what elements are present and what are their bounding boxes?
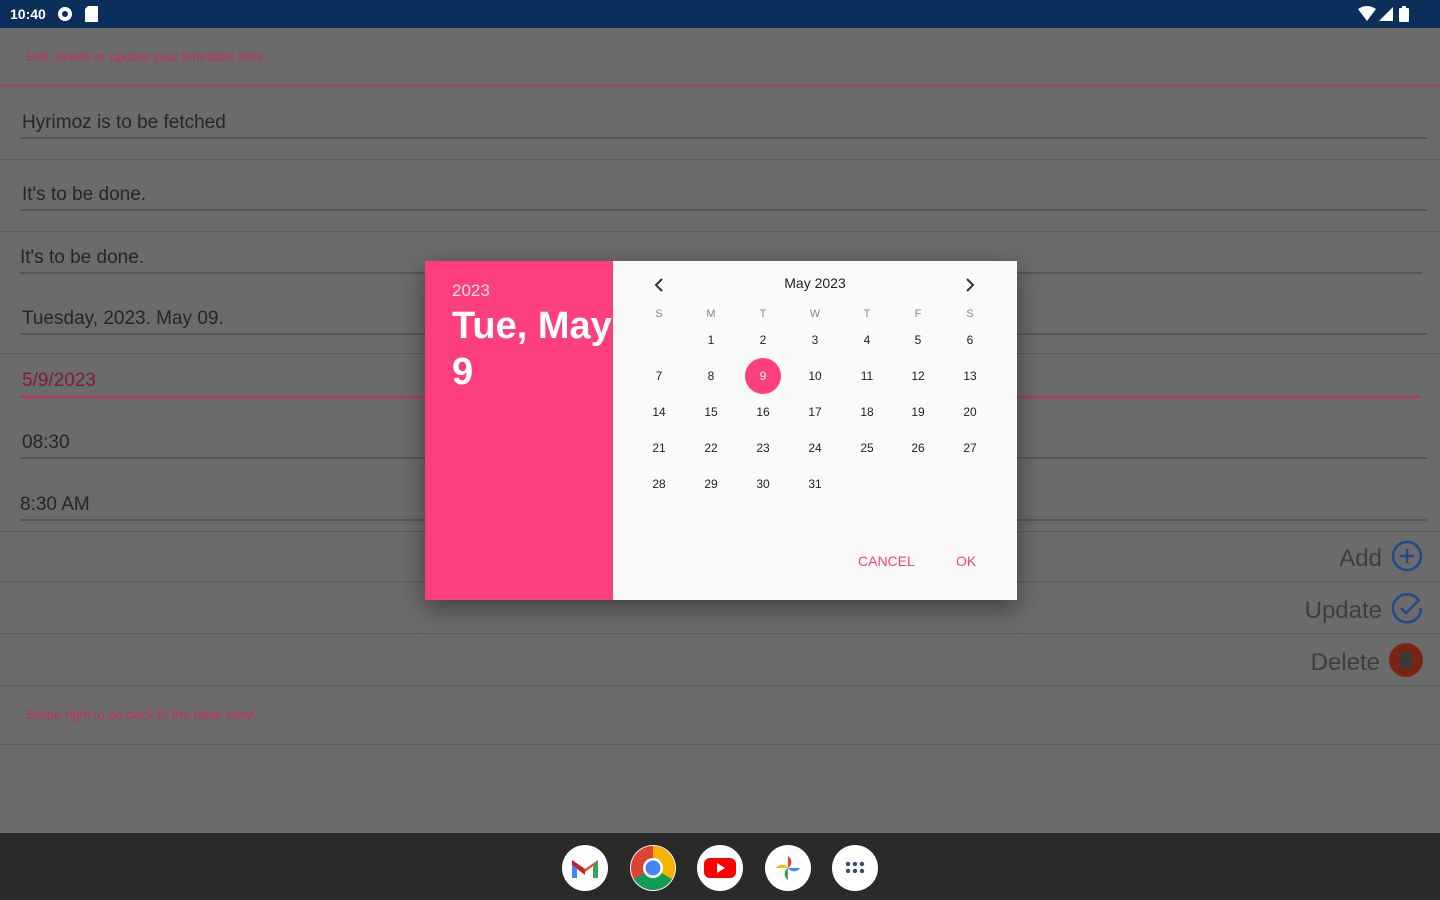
weekday-header: W: [809, 308, 821, 320]
ok-button[interactable]: OK: [956, 553, 976, 569]
calendar-day[interactable]: 30: [745, 466, 781, 502]
calendar-day[interactable]: 4: [849, 322, 885, 358]
task-name-underline: [20, 137, 1427, 139]
add-label: Add: [1339, 544, 1382, 572]
add-circle-icon: [1390, 539, 1424, 578]
date-picker-dialog: 2023 Tue, May 9 May 2023 CANCEL OK SMTWT…: [425, 261, 1017, 600]
task-note-field[interactable]: It's to be done.: [22, 184, 146, 206]
calendar-day[interactable]: 11: [849, 358, 885, 394]
row-divider: [0, 685, 1440, 686]
delete-button[interactable]: Delete: [1311, 642, 1424, 683]
youtube-icon[interactable]: [697, 845, 743, 891]
calendar-day[interactable]: 29: [693, 466, 729, 502]
header-hint: Edit, delete or update your timetable he…: [26, 49, 269, 64]
calendar-day[interactable]: 23: [745, 430, 781, 466]
time-field[interactable]: 08:30: [22, 432, 70, 454]
next-month-button[interactable]: [958, 273, 982, 297]
month-label: May 2023: [784, 275, 846, 291]
calendar-day[interactable]: 5: [900, 322, 936, 358]
calendar-day[interactable]: 8: [693, 358, 729, 394]
header-divider: [0, 85, 1440, 86]
calendar-day[interactable]: 10: [797, 358, 833, 394]
selected-year[interactable]: 2023: [452, 281, 490, 301]
task-note-underline: [20, 209, 1427, 211]
battery-icon: [1399, 6, 1409, 27]
check-circle-icon: [1390, 591, 1424, 630]
date-input[interactable]: 5/9/2023: [22, 370, 96, 392]
calendar-day[interactable]: 15: [693, 394, 729, 430]
calendar-day[interactable]: 24: [797, 430, 833, 466]
row-divider: [0, 633, 1440, 634]
weekday-header: S: [655, 308, 663, 320]
status-bar: 10:40: [0, 0, 1440, 28]
chevron-right-icon: [966, 278, 975, 292]
date-text-field[interactable]: Tuesday, 2023. May 09.: [22, 308, 224, 330]
calendar-grid: May 2023 CANCEL OK S M T W T F S 1 2 3 4 5 6 7 8 9 10 11 1…: [613, 261, 1017, 600]
settings-status-icon: [57, 6, 73, 27]
calendar-day[interactable]: 1: [693, 322, 729, 358]
task-status-field[interactable]: It's to be done.: [20, 247, 144, 269]
calendar-day[interactable]: 25: [849, 430, 885, 466]
calendar-day[interactable]: 2: [745, 322, 781, 358]
weekday-header: M: [706, 308, 716, 320]
calendar-day[interactable]: 31: [797, 466, 833, 502]
calendar-day[interactable]: 12: [900, 358, 936, 394]
date-picker-header: 2023 Tue, May 9: [425, 261, 613, 600]
cell-signal-icon: [1379, 6, 1393, 27]
calendar-day[interactable]: 6: [952, 322, 988, 358]
task-name-field[interactable]: Hyrimoz is to be fetched: [22, 112, 226, 134]
update-button[interactable]: Update: [1305, 591, 1424, 630]
app-launcher-icon[interactable]: [832, 845, 878, 891]
calendar-day[interactable]: 19: [900, 394, 936, 430]
selected-date-label: Tue, May 9: [452, 305, 612, 393]
footer-divider: [0, 744, 1440, 745]
calendar-day[interactable]: 16: [745, 394, 781, 430]
update-label: Update: [1304, 596, 1382, 624]
footer-hint: Swipe right to go back to the table view…: [26, 707, 256, 722]
calendar-day[interactable]: 13: [952, 358, 988, 394]
weekday-header: T: [759, 308, 767, 320]
status-time: 10:40: [10, 6, 46, 22]
calendar-day[interactable]: 26: [900, 430, 936, 466]
trash-icon: [1388, 642, 1424, 683]
calendar-day[interactable]: 14: [641, 394, 677, 430]
calendar-day[interactable]: 7: [641, 358, 677, 394]
row-divider: [0, 159, 1440, 160]
time-ampm-field[interactable]: 8:30 AM: [20, 494, 90, 516]
calendar-day[interactable]: 28: [641, 466, 677, 502]
taskbar: [0, 833, 1440, 900]
calendar-day[interactable]: 17: [797, 394, 833, 430]
delete-label: Delete: [1310, 648, 1380, 676]
photos-icon[interactable]: [765, 845, 811, 891]
weekday-header: S: [966, 308, 974, 320]
calendar-day[interactable]: 3: [797, 322, 833, 358]
cancel-button[interactable]: CANCEL: [858, 553, 915, 569]
calendar-day[interactable]: 22: [693, 430, 729, 466]
weekday-header: T: [863, 308, 871, 320]
chrome-icon[interactable]: [630, 845, 676, 891]
gmail-icon[interactable]: [562, 845, 608, 891]
calendar-day-selected[interactable]: 9: [745, 358, 781, 394]
calendar-day[interactable]: 21: [641, 430, 677, 466]
calendar-day[interactable]: 20: [952, 394, 988, 430]
calendar-day[interactable]: 27: [952, 430, 988, 466]
add-button[interactable]: Add: [1339, 539, 1424, 578]
sim-card-icon: [85, 6, 98, 27]
weekday-header: F: [914, 308, 922, 320]
wifi-icon: [1358, 6, 1376, 27]
row-divider: [0, 231, 1440, 232]
calendar-day[interactable]: 18: [849, 394, 885, 430]
